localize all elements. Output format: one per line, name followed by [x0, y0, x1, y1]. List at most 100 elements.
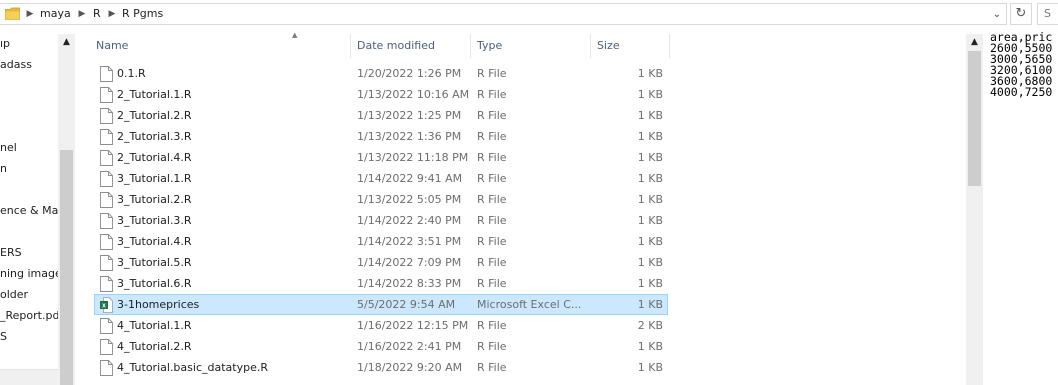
file-row[interactable]: 4_Tutorial.2.R 1/16/2022 2:41 PM R File 1 K… [94, 336, 668, 357]
file-date-modified: 1/14/2022 9:41 AM [357, 172, 463, 185]
file-name: 3_Tutorial.3.R [117, 214, 192, 227]
file-size: 1 KB [637, 277, 663, 290]
file-type: R File [477, 130, 507, 143]
preview-text-line: 4000,7250 [990, 85, 1053, 99]
file-size: 1 KB [637, 172, 663, 185]
breadcrumb-separator-icon[interactable]: ▶ [25, 6, 35, 22]
file-icon [100, 87, 113, 103]
nav-item[interactable]: ERS [0, 246, 22, 260]
nav-scrollbar[interactable]: ▲ [58, 34, 75, 385]
breadcrumb-separator-icon[interactable]: ▶ [107, 6, 117, 22]
file-row[interactable]: 2_Tutorial.1.R 1/13/2022 10:16 AM R File 1 … [94, 84, 668, 105]
file-name: 3_Tutorial.1.R [117, 172, 192, 185]
file-date-modified: 1/14/2022 3:51 PM [357, 235, 462, 248]
file-date-modified: 1/14/2022 2:40 PM [357, 214, 462, 227]
file-date-modified: 5/5/2022 9:54 AM [357, 298, 456, 311]
file-row[interactable]: 2_Tutorial.2.R 1/13/2022 1:25 PM R File 1 K… [94, 105, 668, 126]
search-placeholder: S [1044, 7, 1051, 20]
file-row[interactable]: 4_Tutorial.1.R 1/16/2022 12:15 PM R File 2 … [94, 315, 668, 336]
file-size: 1 KB [637, 235, 663, 248]
file-icon [100, 192, 113, 208]
breadcrumb-separator-icon[interactable]: ▶ [77, 6, 87, 22]
file-icon [100, 255, 113, 271]
column-divider[interactable] [350, 34, 351, 58]
file-name: 3_Tutorial.6.R [117, 277, 192, 290]
chevron-down-icon[interactable]: ⌄ [990, 8, 1004, 22]
address-bar-row: ▶ maya ▶ R ▶ R Pgms ⌄ ↻ S [0, 0, 1058, 28]
file-type: R File [477, 151, 507, 164]
nav-item[interactable]: _Report.pdf [0, 309, 63, 323]
file-date-modified: 1/13/2022 5:05 PM [357, 193, 462, 206]
address-bar[interactable]: ▶ maya ▶ R ▶ R Pgms ⌄ [0, 3, 1007, 25]
search-input[interactable]: S [1037, 3, 1058, 25]
nav-item[interactable]: ıp [0, 37, 10, 51]
scroll-up-arrow-icon[interactable]: ▲ [58, 34, 75, 51]
file-row[interactable]: 0.1.R 1/20/2022 1:26 PM R File 1 KB [94, 63, 668, 84]
file-icon [100, 213, 113, 229]
file-row[interactable]: 3_Tutorial.5.R 1/14/2022 7:09 PM R File 1 K… [94, 252, 668, 273]
file-size: 1 KB [637, 340, 663, 353]
file-row[interactable]: 3_Tutorial.1.R 1/14/2022 9:41 AM R File 1 K… [94, 168, 668, 189]
file-row[interactable]: 2_Tutorial.4.R 1/13/2022 11:18 PM R File 1 … [94, 147, 668, 168]
column-header-name[interactable]: Name [96, 38, 128, 54]
breadcrumb-r[interactable]: R [93, 6, 101, 22]
file-date-modified: 1/16/2022 12:15 PM [357, 319, 469, 332]
file-list-scrollbar[interactable]: ▲ [966, 34, 983, 385]
file-name: 4_Tutorial.1.R [117, 319, 192, 332]
file-size: 1 KB [637, 256, 663, 269]
file-date-modified: 1/13/2022 1:25 PM [357, 109, 462, 122]
file-row[interactable]: 3_Tutorial.4.R 1/14/2022 3:51 PM R File 1 K… [94, 231, 668, 252]
breadcrumb-maya[interactable]: maya [40, 6, 71, 22]
file-name: 3-1homeprices [117, 298, 200, 311]
nav-item[interactable]: nel [0, 141, 17, 155]
file-list-scrollbar-thumb[interactable] [968, 51, 981, 186]
nav-scrollbar-thumb[interactable] [60, 150, 73, 385]
column-header-type[interactable]: Type [477, 38, 502, 54]
nav-horizontal-scrollbar[interactable] [0, 369, 58, 385]
column-divider[interactable] [669, 34, 670, 58]
column-header-date-modified[interactable]: Date modified [357, 38, 435, 54]
nav-item[interactable]: S [0, 330, 7, 344]
nav-item[interactable]: ence & Mac [0, 204, 64, 218]
file-row[interactable]: 3_Tutorial.2.R 1/13/2022 5:05 PM R File 1 K… [94, 189, 668, 210]
file-row[interactable]: 2_Tutorial.3.R 1/13/2022 1:36 PM R File 1 K… [94, 126, 668, 147]
file-name: 2_Tutorial.2.R [117, 109, 192, 122]
sort-ascending-icon: ▲ [292, 31, 298, 39]
file-size: 1 KB [637, 130, 663, 143]
file-icon [100, 339, 113, 355]
file-name: 2_Tutorial.1.R [117, 88, 192, 101]
file-icon [100, 108, 113, 124]
file-date-modified: 1/13/2022 10:16 AM [357, 88, 470, 101]
column-divider[interactable] [470, 34, 471, 58]
scroll-up-arrow-icon[interactable]: ▲ [966, 34, 983, 51]
file-date-modified: 1/16/2022 2:41 PM [357, 340, 462, 353]
file-type: R File [477, 172, 507, 185]
file-name: 0.1.R [117, 67, 146, 80]
file-date-modified: 1/18/2022 9:20 AM [357, 361, 463, 374]
file-row[interactable]: 4_Tutorial.basic_datatype.R 1/18/2022 9:2… [94, 357, 668, 378]
file-row[interactable]: 3_Tutorial.3.R 1/14/2022 2:40 PM R File 1 K… [94, 210, 668, 231]
file-type: R File [477, 361, 507, 374]
svg-text:x: x [102, 303, 106, 310]
file-date-modified: 1/20/2022 1:26 PM [357, 67, 462, 80]
folder-icon [5, 7, 20, 20]
file-icon [100, 276, 113, 292]
file-row[interactable]: 3_Tutorial.6.R 1/14/2022 8:33 PM R File 1 K… [94, 273, 668, 294]
file-icon [100, 318, 113, 334]
column-divider[interactable] [590, 34, 591, 58]
file-name: 2_Tutorial.4.R [117, 151, 192, 164]
column-header-size[interactable]: Size [597, 38, 620, 54]
file-name: 4_Tutorial.basic_datatype.R [117, 361, 268, 374]
file-size: 1 KB [637, 151, 663, 164]
nav-item[interactable]: adass [0, 58, 32, 72]
file-type: R File [477, 67, 507, 80]
nav-item[interactable]: n [0, 162, 7, 176]
file-list: ▲ Name Date modified Type Size 0.1.R 1/20… [78, 28, 966, 385]
file-type: R File [477, 109, 507, 122]
nav-item[interactable]: older [0, 288, 28, 302]
file-type: R File [477, 277, 507, 290]
preview-pane: area,pric 2600,5500 3000,5650 3200,6100 3600… [984, 28, 1058, 385]
file-row[interactable]: x 3-1homeprices 5/5/2022 9:54 AM Microsoft … [94, 294, 668, 315]
refresh-button[interactable]: ↻ [1010, 3, 1032, 25]
breadcrumb-r-pgms[interactable]: R Pgms [122, 6, 163, 22]
